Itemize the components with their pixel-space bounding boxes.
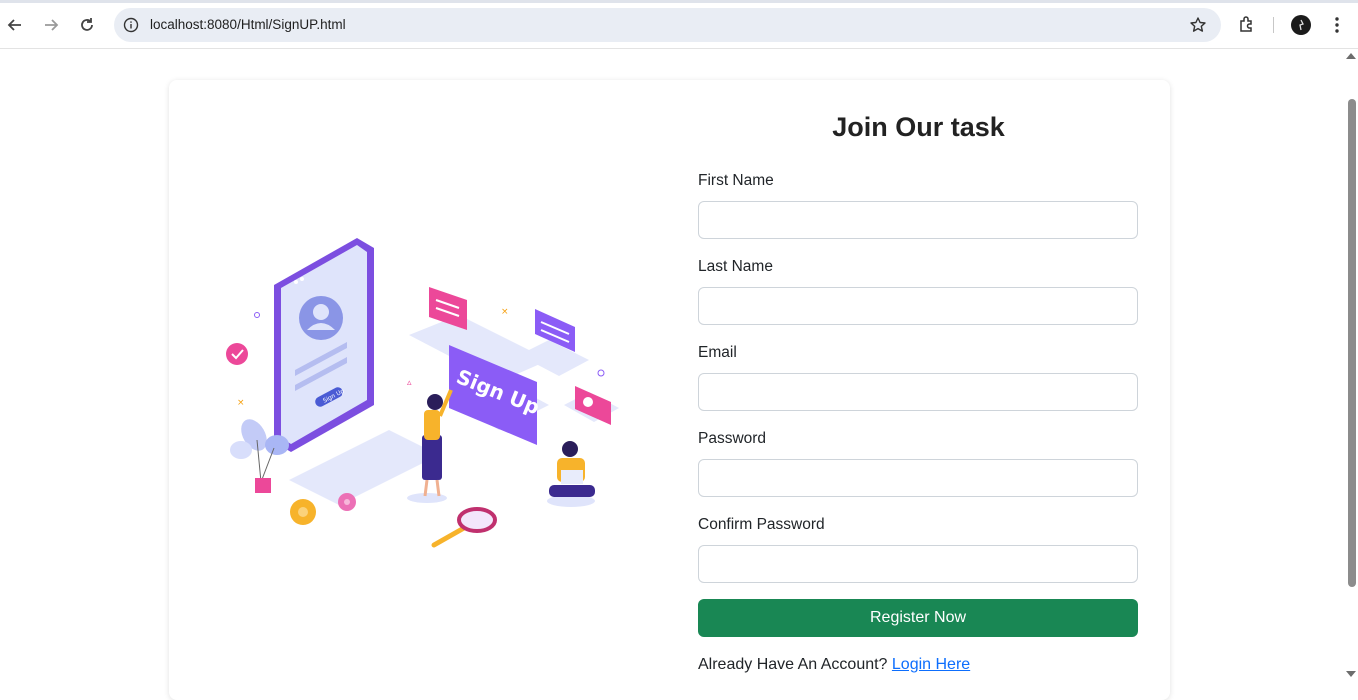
browser-toolbar: localhost:8080/Html/SignUP.html: [0, 0, 1358, 49]
confirm-password-input[interactable]: [698, 545, 1138, 583]
signup-illustration: Sign Up × × Sign Up ▵: [226, 238, 619, 548]
login-prompt-text: Already Have An Account?: [698, 656, 888, 673]
email-input[interactable]: [698, 373, 1138, 411]
svg-text:▵: ▵: [407, 378, 412, 388]
confirm-password-label: Confirm Password: [698, 516, 825, 533]
password-label: Password: [698, 430, 767, 447]
scroll-up-arrow[interactable]: [1346, 53, 1356, 59]
login-link[interactable]: Login Here: [892, 656, 970, 673]
star-icon[interactable]: [1189, 16, 1207, 34]
extensions-icon[interactable]: [1235, 13, 1259, 37]
first-name-input[interactable]: [698, 201, 1138, 239]
first-name-label: First Name: [698, 172, 774, 189]
profile-avatar[interactable]: [1291, 15, 1311, 35]
back-icon[interactable]: [2, 12, 28, 38]
scrollbar-thumb[interactable]: [1348, 99, 1356, 587]
password-input[interactable]: [698, 459, 1138, 497]
email-label: Email: [698, 344, 737, 361]
page-title: Join Our task: [832, 112, 1005, 142]
forward-icon[interactable]: [38, 12, 64, 38]
toolbar-separator: [1273, 17, 1274, 33]
scroll-down-arrow[interactable]: [1346, 671, 1356, 677]
tab-strip: [0, 0, 1358, 3]
last-name-label: Last Name: [698, 258, 773, 275]
info-icon[interactable]: [123, 17, 139, 33]
url-text[interactable]: localhost:8080/Html/SignUP.html: [150, 17, 346, 32]
login-prompt: Already Have An Account? Login Here: [698, 656, 970, 674]
last-name-input[interactable]: [698, 287, 1138, 325]
svg-text:×: ×: [501, 307, 509, 317]
address-bar[interactable]: localhost:8080/Html/SignUP.html: [114, 8, 1221, 42]
menu-icon[interactable]: [1325, 13, 1349, 37]
signup-card: Sign Up × × Sign Up ▵ Join Our task Firs…: [169, 80, 1170, 700]
register-button[interactable]: Register Now: [698, 599, 1138, 637]
svg-text:×: ×: [237, 398, 245, 408]
reload-icon[interactable]: [74, 12, 100, 38]
